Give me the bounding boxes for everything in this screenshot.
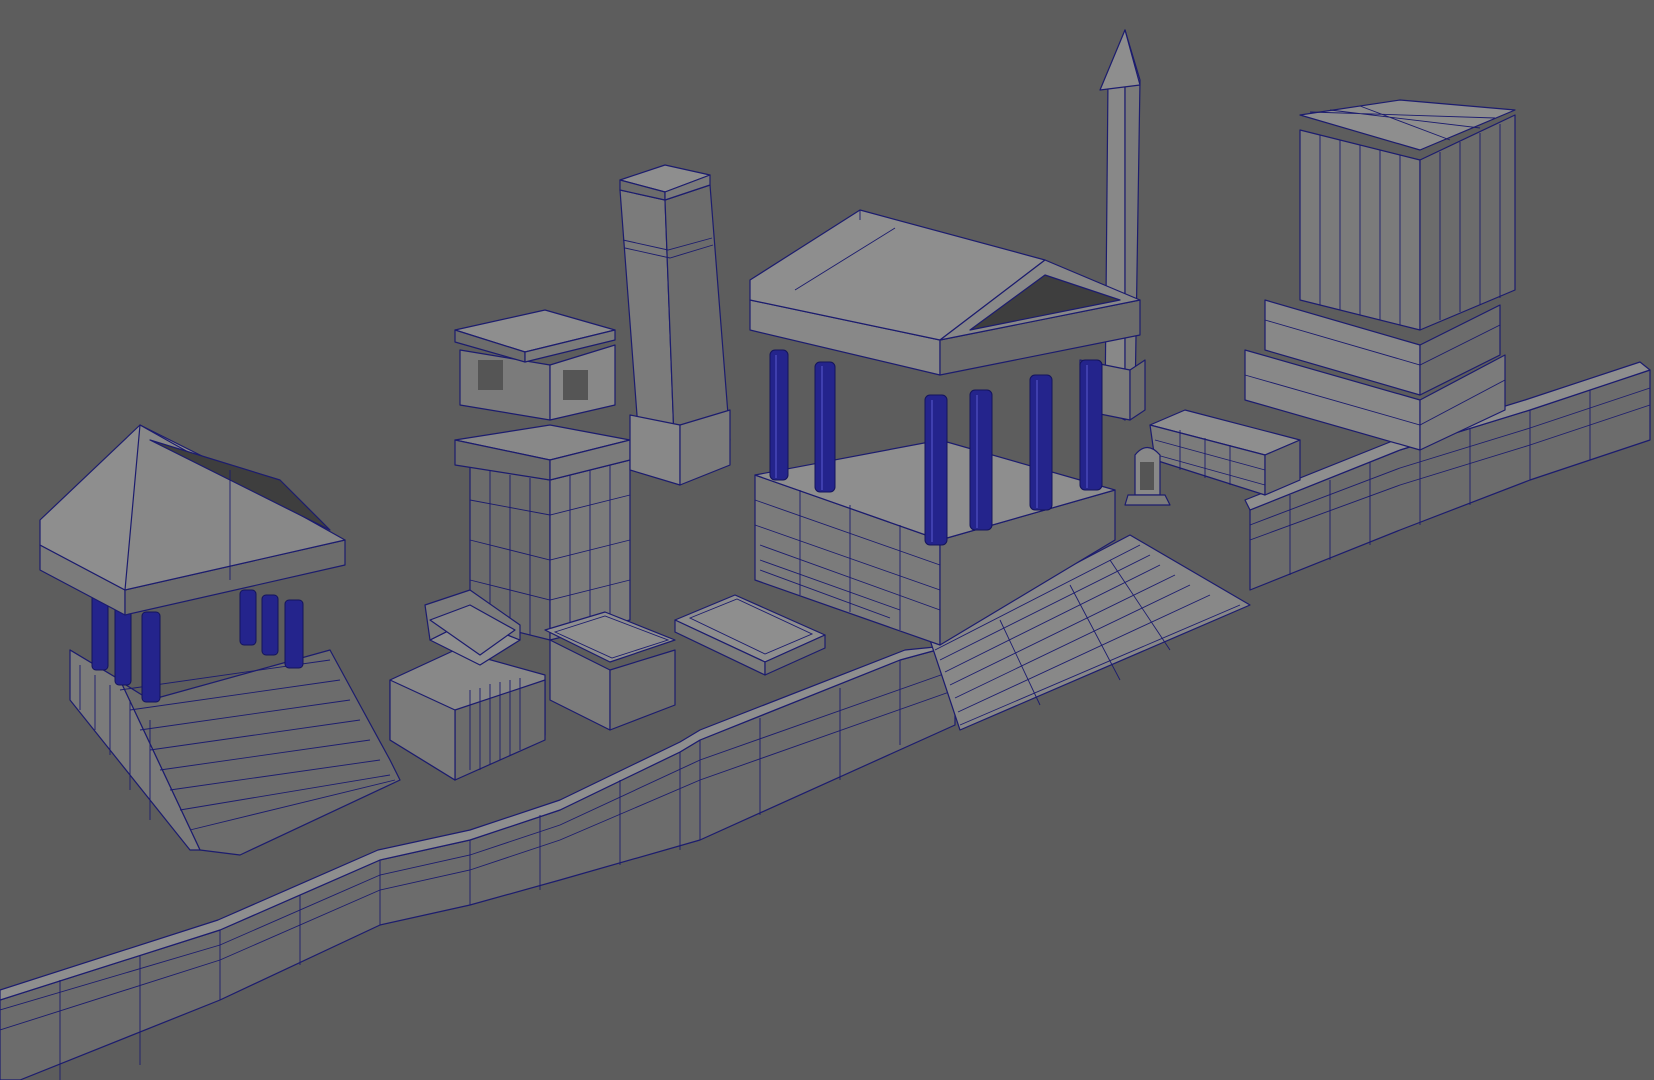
block-tower[interactable] bbox=[1244, 99, 1516, 451]
tower[interactable] bbox=[454, 309, 631, 641]
grave-slab[interactable] bbox=[674, 594, 826, 676]
viewport-canvas[interactable] bbox=[0, 0, 1654, 1080]
temple-center[interactable] bbox=[749, 209, 1251, 731]
tomb-box[interactable] bbox=[544, 611, 676, 731]
temple-left[interactable] bbox=[39, 424, 401, 856]
3d-viewport[interactable] bbox=[0, 0, 1654, 1080]
rubble-block[interactable] bbox=[1149, 409, 1301, 496]
pillar-tall[interactable] bbox=[619, 164, 731, 486]
